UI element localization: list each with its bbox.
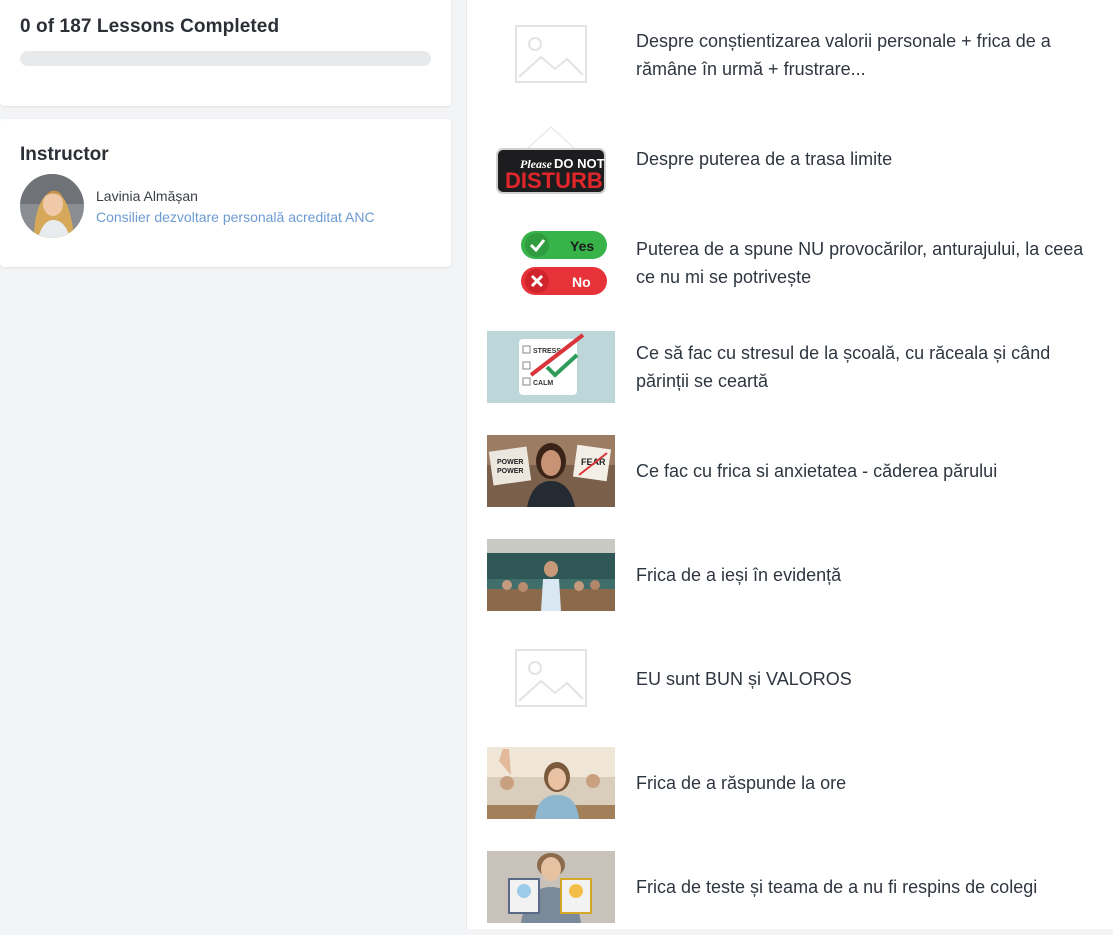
lesson-title[interactable]: Puterea de a spune NU provocărilor, antu… [636,215,1086,311]
no-text: No [572,274,591,290]
lesson-item[interactable]: Despre conștientizarea valorii personale… [487,7,1097,103]
svg-text:POWER: POWER [497,468,523,475]
instructor-name[interactable]: Lavinia Almășan [96,188,198,204]
lesson-title[interactable]: Frica de a ieși în evidență [636,527,1086,623]
yes-text: Yes [570,238,594,254]
dnd-disturb-text: DISTURB [505,168,603,193]
fear-text: FEAR [581,457,606,467]
lesson-item[interactable]: Yes No Puterea de a spune NU provocărilo… [487,215,1097,311]
lesson-title[interactable]: EU sunt BUN și VALOROS [636,631,1086,727]
lesson-title[interactable]: Ce fac cu frica si anxietatea - căderea … [636,423,1086,519]
lesson-title[interactable]: Frica de a răspunde la ore [636,735,1086,831]
classroom-student-standing-image [487,539,615,611]
girl-power-fear-signs-image: POWER POWER FEAR [487,435,615,507]
yes-no-buttons-image: Yes No [487,227,615,299]
left-column: 0 of 187 Lessons Completed Instructor La… [0,0,466,929]
lesson-item[interactable]: Frica de a răspunde la ore [487,735,1097,831]
lesson-item[interactable]: POWER POWER FEAR Ce fac cu frica si anxi… [487,423,1097,519]
instructor-avatar[interactable] [20,174,84,238]
progress-title: 0 of 187 Lessons Completed [20,16,280,37]
do-not-disturb-sign-image: Please DO NOT DISTURB [487,123,615,195]
instructor-card: Instructor Lavinia Almășan Consilier dez… [0,119,451,267]
lessons-list: Despre conștientizarea valorii personale… [466,0,1113,929]
lesson-title[interactable]: Despre puterea de a trasa limite [636,111,1086,207]
instructor-role[interactable]: Consilier dezvoltare personală acreditat… [96,209,375,225]
boy-holding-cards-image [487,851,615,923]
placeholder-image-icon [487,19,615,91]
stress-calm-checklist-image: STRESS CALM [487,331,615,403]
lesson-item[interactable]: Frica de a ieși în evidență [487,527,1097,623]
lesson-item[interactable]: Frica de teste și teama de a nu fi respi… [487,839,1097,935]
lesson-title[interactable]: Ce să fac cu stresul de la școală, cu ră… [636,319,1086,415]
progress-card: 0 of 187 Lessons Completed [0,0,451,106]
calm-text: CALM [533,380,553,387]
instructor-heading: Instructor [20,144,109,165]
lesson-item[interactable]: STRESS CALM Ce să fac cu stresul de la ș… [487,319,1097,415]
power-text: POWER [497,459,523,466]
lesson-item[interactable]: EU sunt BUN și VALOROS [487,631,1097,727]
placeholder-image-icon [487,643,615,715]
student-raising-hand-image [487,747,615,819]
progress-bar [20,51,431,66]
lesson-title[interactable]: Despre conștientizarea valorii personale… [636,7,1086,103]
lesson-item[interactable]: Please DO NOT DISTURB Despre puterea de … [487,111,1097,207]
lesson-title[interactable]: Frica de teste și teama de a nu fi respi… [636,839,1086,935]
